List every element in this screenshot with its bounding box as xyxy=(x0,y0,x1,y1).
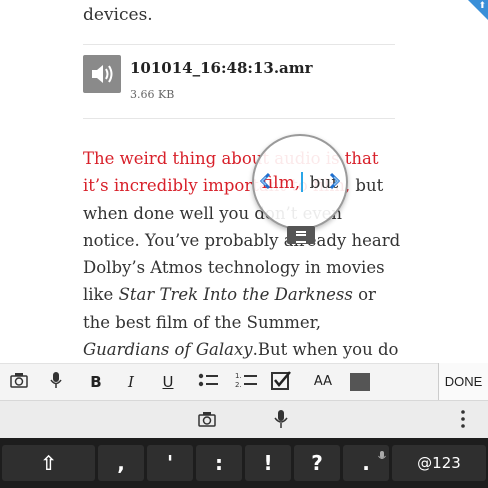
more-icon[interactable] xyxy=(453,409,473,429)
comma-key[interactable]: , xyxy=(98,445,144,481)
italic-button[interactable]: I xyxy=(121,370,141,394)
microphone-icon xyxy=(378,448,386,460)
attachment-size: 3.66 KB xyxy=(130,88,175,101)
svg-text:1.: 1. xyxy=(235,372,242,380)
divider xyxy=(83,44,395,45)
chevron-left-icon[interactable] xyxy=(258,171,272,191)
audio-attachment[interactable]: 101014_16:48:13.amr 3.66 KB xyxy=(83,55,403,105)
note-editor[interactable]: devices. 101014_16:48:13.amr 3.66 KB The… xyxy=(83,0,403,362)
symbols-key[interactable]: @123 xyxy=(392,445,486,481)
question-key[interactable]: ? xyxy=(294,445,340,481)
attachment-filename: 101014_16:48:13.amr xyxy=(130,59,313,77)
chevron-right-icon[interactable] xyxy=(328,171,342,191)
microphone-icon[interactable] xyxy=(271,409,291,429)
format-toolbar: B I U 1. 2. AA xyxy=(0,363,488,400)
camera-icon[interactable] xyxy=(8,370,30,394)
checkbox-icon[interactable] xyxy=(270,370,292,394)
bold-button[interactable]: B xyxy=(86,370,106,394)
body-paragraph[interactable]: The weird thing about audio is that it’s… xyxy=(83,145,403,362)
svg-text:2.: 2. xyxy=(235,381,242,389)
camera-icon[interactable] xyxy=(197,409,217,429)
text-color-swatch[interactable] xyxy=(350,373,370,391)
divider xyxy=(83,118,395,119)
microphone-icon[interactable] xyxy=(46,370,66,394)
numbered-list-icon[interactable]: 1. 2. xyxy=(234,370,258,394)
corner-badge: ⬆ xyxy=(468,0,488,20)
arrow-up-icon: ⬆ xyxy=(478,1,486,11)
text-caret xyxy=(301,172,304,192)
font-size-button[interactable]: AA xyxy=(310,370,336,394)
speaker-icon xyxy=(83,55,121,93)
movie-title: Star Trek Into the Darkness xyxy=(118,285,353,305)
done-button[interactable]: DONE xyxy=(438,363,488,400)
bullet-list-icon[interactable] xyxy=(197,370,219,394)
underline-button[interactable]: U xyxy=(158,370,178,394)
exclamation-key[interactable]: ! xyxy=(245,445,291,481)
keyboard: ⇧ , ' : ! ? . @123 xyxy=(0,438,488,488)
cursor-handle[interactable] xyxy=(287,226,315,244)
apostrophe-key[interactable]: ' xyxy=(147,445,193,481)
previous-line: devices. xyxy=(83,5,153,25)
colon-key[interactable]: : xyxy=(196,445,242,481)
text-magnifier: film, but xyxy=(252,134,348,230)
insert-bar xyxy=(0,400,488,438)
movie-title: Guardians of Galaxy xyxy=(83,340,253,360)
shift-key[interactable]: ⇧ xyxy=(2,445,95,481)
